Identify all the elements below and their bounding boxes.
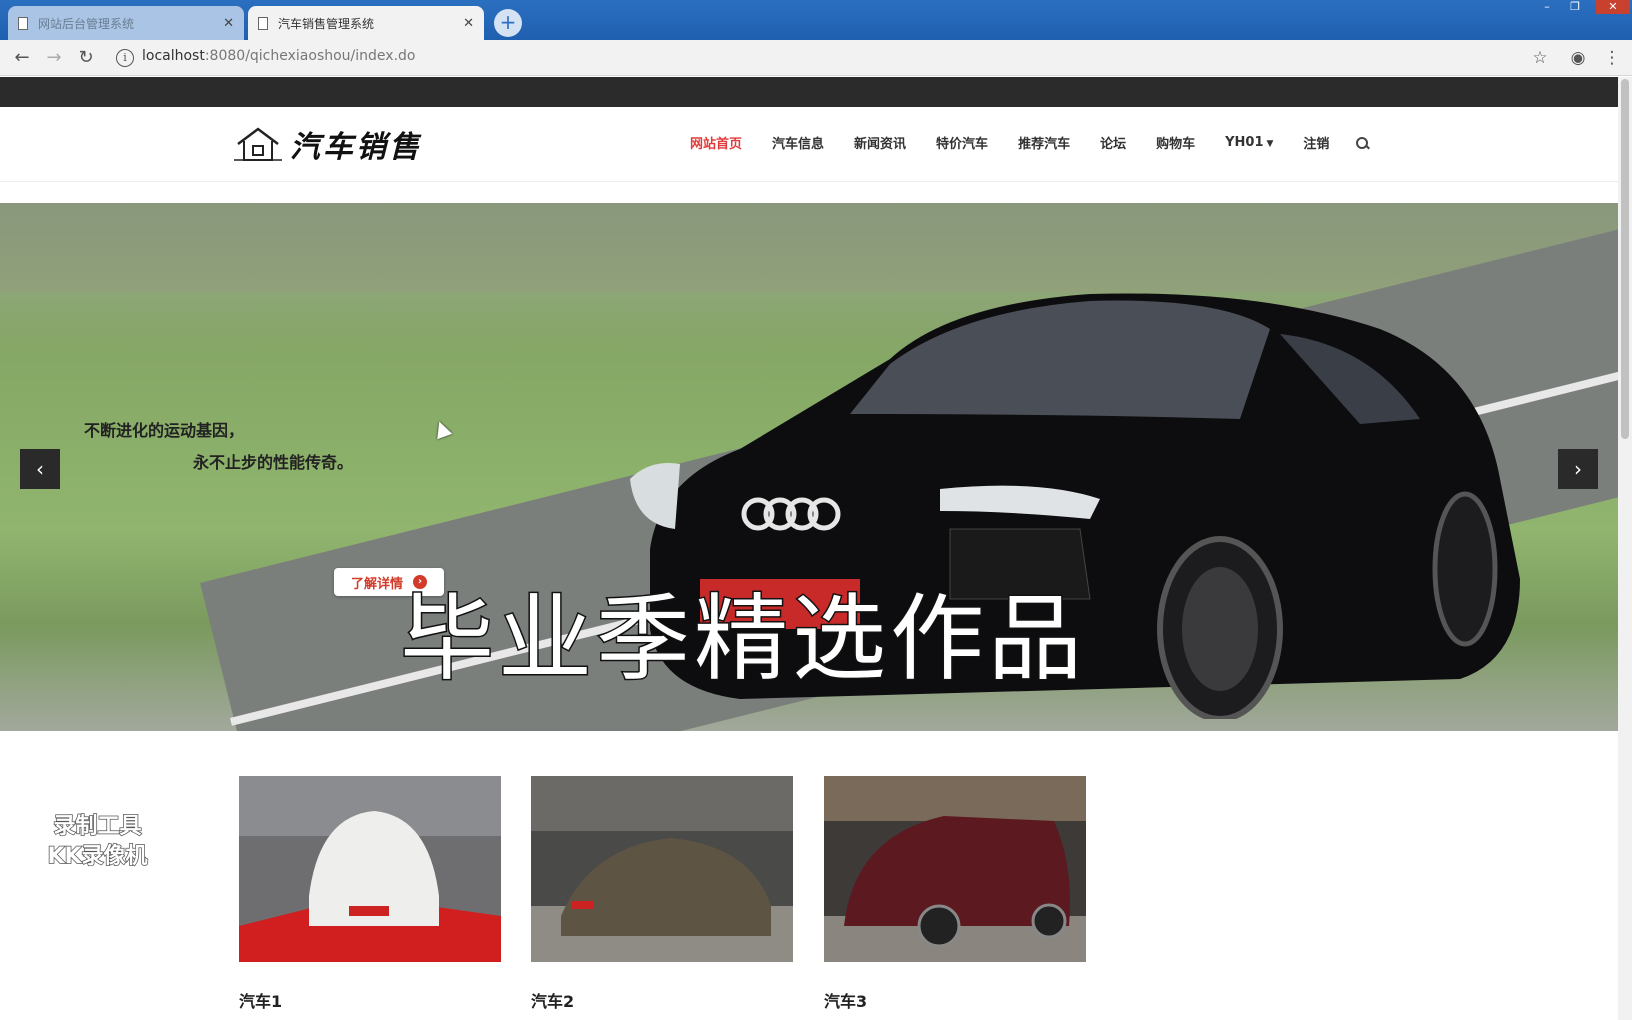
tab-title: 汽车销售管理系统 [278,16,375,31]
product-image[interactable] [531,776,793,962]
web-page: 汽车销售 网站首页 汽车信息 新闻资讯 特价汽车 推荐汽车 论坛 购物车 YH0… [0,77,1618,1020]
account-icon[interactable]: ◉ [1566,46,1590,70]
product-card[interactable]: 汽车2 [531,776,793,1012]
tab-title: 网站后台管理系统 [38,16,135,31]
site-header: 汽车销售 网站首页 汽车信息 新闻资讯 特价汽车 推荐汽车 论坛 购物车 YH0… [0,107,1618,182]
page-scrollbar[interactable] [1618,77,1632,1020]
scrollbar-thumb[interactable] [1621,79,1629,439]
carousel-prev-button[interactable]: ‹ [20,449,60,489]
bookmark-star-icon[interactable]: ☆ [1528,46,1552,70]
nav-cart[interactable]: 购物车 [1156,133,1195,152]
banner-caption: 毕业季精选作品 [398,584,1087,696]
browser-titlebar: 网站后台管理系统 ✕ 汽车销售管理系统 ✕ + – ❐ ✕ [0,0,1632,40]
watermark-line-1: 录制工具 [53,813,143,840]
main-nav: 网站首页 汽车信息 新闻资讯 特价汽车 推荐汽车 论坛 购物车 YH01 ▼ 注销 [690,133,1369,152]
product-image[interactable] [239,776,501,962]
nav-recommended-cars[interactable]: 推荐汽车 [1018,133,1070,152]
banner-slogan-2: 永不止步的性能传奇。 [193,453,354,472]
nav-news[interactable]: 新闻资讯 [854,133,906,152]
nav-home[interactable]: 网站首页 [690,133,742,152]
new-tab-button[interactable]: + [494,9,522,37]
product-card[interactable]: 汽车3 [824,776,1086,1012]
back-arrow-icon[interactable]: ← [10,46,34,70]
document-icon [18,16,28,30]
browser-tab-admin[interactable]: 网站后台管理系统 ✕ [8,6,244,40]
menu-dots-icon[interactable]: ⋮ [1600,46,1624,70]
product-name[interactable]: 汽车3 [824,988,1086,1012]
reload-icon[interactable]: ↻ [74,46,98,70]
recorder-watermark: 录制工具 KK录像机 [30,812,165,872]
product-name[interactable]: 汽车2 [531,988,793,1012]
house-icon [234,124,282,164]
url-host: localhost [142,48,205,64]
nav-car-info[interactable]: 汽车信息 [772,133,824,152]
maximize-icon[interactable]: ❐ [1562,0,1588,14]
close-icon[interactable]: ✕ [463,16,474,31]
nav-logout[interactable]: 注销 [1303,133,1329,152]
logo-text: 汽车销售 [290,130,422,165]
document-icon [258,16,268,30]
nav-special-cars[interactable]: 特价汽车 [936,133,988,152]
close-icon[interactable]: ✕ [223,16,234,31]
user-name: YH01 [1225,135,1264,150]
product-image[interactable] [824,776,1086,962]
watermark-line-2: KK录像机 [47,843,149,870]
minimize-icon[interactable]: – [1534,0,1560,14]
carousel-next-button[interactable]: › [1558,449,1598,489]
product-card[interactable]: 汽车1 [239,776,501,1012]
product-list: 汽车1 汽车2 汽车3 [0,731,1618,1020]
product-name[interactable]: 汽车1 [239,988,501,1012]
caret-down-icon: ▼ [1266,139,1274,149]
site-logo[interactable]: 汽车销售 [234,122,422,166]
top-strip [0,77,1618,107]
nav-user-menu[interactable]: YH01 ▼ [1225,135,1273,150]
forward-arrow-icon[interactable]: → [42,46,66,70]
search-icon[interactable] [1355,136,1369,150]
url-path: :8080/qichexiaoshou/index.do [204,48,416,64]
address-bar: ← → ↻ i localhost:8080/qichexiaoshou/ind… [0,40,1632,76]
browser-tab-active[interactable]: 汽车销售管理系统 ✕ [248,6,484,40]
nav-forum[interactable]: 论坛 [1100,133,1126,152]
window-close-icon[interactable]: ✕ [1596,0,1630,14]
learn-more-label: 了解详情 [350,576,403,592]
url-field[interactable]: localhost:8080/qichexiaoshou/index.do [142,48,415,64]
mouse-cursor-icon [431,418,453,440]
info-icon[interactable]: i [116,49,134,67]
banner-slogan-1: 不断进化的运动基因， [84,421,245,440]
hero-carousel: 不断进化的运动基因， 永不止步的性能传奇。 了解详情 › 毕业季精选作品 ‹ › [0,203,1618,731]
